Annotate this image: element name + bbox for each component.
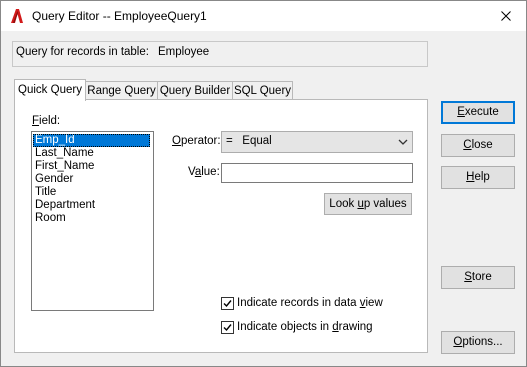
- close-icon: [501, 11, 511, 21]
- tab-sql-query[interactable]: SQL Query: [232, 81, 293, 100]
- list-item[interactable]: Department: [33, 199, 150, 212]
- operator-select[interactable]: = Equal: [221, 131, 413, 153]
- operator-selected-value: = Equal: [226, 135, 272, 147]
- indicate-records-label[interactable]: Indicate records in data view: [237, 297, 383, 309]
- table-info-bar: Query for records in table: Employee: [12, 41, 428, 67]
- operator-label: Operator:: [172, 135, 221, 147]
- close-window-button[interactable]: [486, 1, 526, 31]
- table-info-label: Query for records in table:: [16, 46, 149, 58]
- checkmark-icon: [223, 324, 232, 332]
- field-listbox[interactable]: Emp_Id Last_Name First_Name Gender Title…: [31, 131, 154, 311]
- list-item[interactable]: Room: [33, 212, 150, 225]
- indicate-objects-label[interactable]: Indicate objects in drawing: [237, 321, 373, 333]
- store-button[interactable]: Store: [441, 266, 515, 289]
- tab-query-builder[interactable]: Query Builder: [157, 81, 233, 100]
- query-editor-dialog: Query Editor -- EmployeeQuery1 Query for…: [0, 0, 527, 367]
- indicate-records-checkbox[interactable]: [221, 297, 234, 310]
- list-item[interactable]: Last_Name: [33, 147, 150, 160]
- list-item[interactable]: Emp_Id: [33, 134, 150, 147]
- window-title: Query Editor -- EmployeeQuery1: [32, 9, 207, 23]
- value-label: Value:: [188, 166, 220, 178]
- close-button[interactable]: Close: [441, 134, 515, 157]
- chevron-down-icon: [398, 137, 408, 149]
- list-item[interactable]: Gender: [33, 173, 150, 186]
- checkmark-icon: [223, 300, 232, 308]
- table-name: Employee: [158, 46, 210, 58]
- tab-quick-query[interactable]: Quick Query: [14, 79, 86, 101]
- quick-query-panel: Field: Emp_Id Last_Name First_Name Gende…: [14, 99, 428, 353]
- autocad-logo-icon: [10, 8, 24, 24]
- field-label: Field:: [32, 115, 61, 127]
- help-button[interactable]: Help: [441, 166, 515, 189]
- list-item[interactable]: First_Name: [33, 160, 150, 173]
- look-up-values-button[interactable]: Look up values: [324, 193, 412, 215]
- options-button[interactable]: Options...: [441, 331, 515, 354]
- execute-button[interactable]: Execute: [441, 101, 515, 124]
- value-input[interactable]: [221, 163, 413, 183]
- indicate-objects-checkbox[interactable]: [221, 321, 234, 334]
- tab-range-query[interactable]: Range Query: [85, 81, 158, 100]
- title-bar[interactable]: Query Editor -- EmployeeQuery1: [1, 1, 526, 31]
- list-item[interactable]: Title: [33, 186, 150, 199]
